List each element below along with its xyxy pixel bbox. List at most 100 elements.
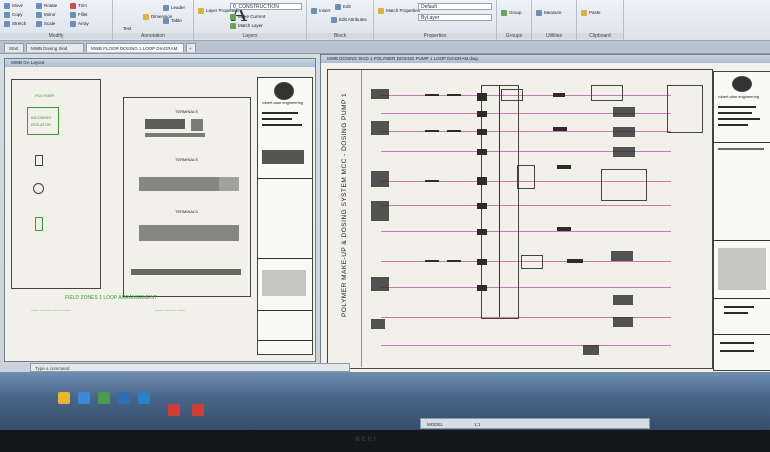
excel-icon[interactable] (98, 392, 110, 404)
divider (714, 240, 770, 241)
annotation-label: Annotation (113, 33, 193, 39)
table-icon (163, 18, 169, 24)
leader-tool[interactable]: Leader (163, 5, 185, 11)
text-line (718, 112, 752, 114)
browser-icon[interactable] (78, 392, 90, 404)
panel-label: TERMINALS (175, 209, 198, 214)
block-label: Block (307, 33, 373, 39)
relay-contact (521, 255, 543, 269)
green-label: POLYMER (35, 93, 55, 98)
device (553, 127, 567, 131)
output-module (583, 345, 599, 355)
group-button[interactable]: Group (501, 10, 522, 16)
file-explorer-icon[interactable] (58, 392, 70, 404)
company-logo (732, 76, 752, 92)
layer-dropdown[interactable]: 0_CONSTRUCTION (230, 3, 302, 10)
word-icon[interactable] (118, 392, 130, 404)
array-tool[interactable]: Array (70, 21, 89, 27)
device (557, 227, 571, 231)
autocad-icon[interactable] (192, 404, 204, 416)
utilities-label: Utilities (532, 33, 576, 39)
measure-button[interactable]: Measure (536, 10, 562, 16)
drawing-window-left[interactable]: MWB GA Layout POLYMER INCOMING ISOLATOR … (4, 58, 316, 362)
text-line (718, 124, 748, 126)
annotation-scale[interactable]: 1:1 (474, 422, 480, 427)
divider (258, 310, 312, 311)
measure-icon (536, 10, 542, 16)
match-layer-icon (230, 23, 236, 29)
wire-tag (447, 94, 461, 96)
title-strip (262, 150, 304, 164)
text-line (718, 106, 756, 108)
backplate-outline (123, 97, 251, 297)
layers-group: Layer Properties 0_CONSTRUCTION Make Cur… (194, 0, 307, 40)
green-note: —— ——— —— (155, 307, 186, 312)
terminal (477, 285, 487, 291)
model-space-indicator[interactable]: MODEL (427, 422, 443, 427)
window-title-left: MWB GA Layout (5, 59, 315, 67)
terminal-group (371, 277, 389, 291)
terminal-block-row (139, 225, 239, 241)
move-tool[interactable]: Move (4, 3, 23, 9)
fillet-tool[interactable]: Fillet (70, 12, 88, 18)
edit-attributes-icon (331, 17, 337, 23)
terminal (477, 129, 487, 135)
terminal-group (371, 121, 389, 135)
text-line (718, 148, 764, 150)
modify-group: Move Rotate Trim Copy Mirror Fillet Stre… (0, 0, 113, 40)
tab-loop-diagram[interactable]: MWB FLOOR DOSING 1 LOOP DIAGRAM (86, 43, 184, 52)
mirror-tool[interactable]: Mirror (36, 12, 56, 18)
stretch-tool[interactable]: Stretch (4, 21, 26, 27)
layer-properties-icon (198, 8, 204, 14)
autocad-icon[interactable] (168, 404, 180, 416)
table-tool[interactable]: Table (163, 18, 182, 24)
new-tab-button[interactable]: + (186, 43, 196, 52)
output-module (613, 107, 635, 117)
trim-tool[interactable]: Trim (70, 3, 87, 9)
terminal (477, 259, 487, 265)
rail-divider (499, 85, 500, 317)
edit-attributes-button[interactable]: Edit Attributes (331, 17, 367, 23)
trim-icon (70, 3, 76, 9)
outlook-icon[interactable] (138, 392, 150, 404)
insert-button[interactable]: Insert (311, 8, 330, 14)
match-properties-button[interactable]: Match Properties (378, 8, 420, 14)
screen: Move Rotate Trim Copy Mirror Fillet Stre… (0, 0, 770, 452)
match-layer-button[interactable]: Match Layer (230, 23, 263, 29)
stretch-icon (4, 21, 10, 27)
copy-tool[interactable]: Copy (4, 12, 23, 18)
margin-line (361, 69, 362, 367)
drawing-window-right[interactable]: MWB DOSING SKID 1 POLYMER DOSING PUMP 1 … (320, 54, 770, 374)
make-current-button[interactable]: Make Current (230, 14, 265, 20)
green-note: —— ——— —— —— (31, 307, 71, 312)
breaker-row (219, 177, 239, 191)
command-line-input[interactable]: Type a command (30, 363, 350, 372)
rotate-icon (36, 3, 42, 9)
tab-dosing-skid[interactable]: MWB Dosing Skid (26, 43, 84, 52)
paste-icon (581, 10, 587, 16)
lineweight-dropdown[interactable]: ByLayer (418, 14, 492, 21)
paste-button[interactable]: Paste (581, 10, 601, 16)
terminal-group (371, 319, 385, 329)
terminal (477, 177, 487, 185)
edit-button[interactable]: Edit (335, 4, 351, 10)
plc-rack (145, 119, 185, 129)
clipboard-group: Paste Clipboard (577, 0, 624, 40)
plc-box (667, 85, 703, 133)
scale-tool[interactable]: Scale (36, 21, 55, 27)
linetype-dropdown[interactable]: Default (418, 3, 492, 10)
wire-tag (425, 94, 439, 96)
divider (714, 142, 770, 143)
tab-start[interactable]: Start (4, 43, 24, 52)
modify-label: Modify (0, 33, 112, 39)
footer-green-label: FIELD ZONES 1 LOOP ARRANGEMENT (65, 295, 158, 301)
output-module (613, 317, 633, 327)
divider (714, 298, 770, 299)
plc-module (191, 119, 203, 131)
revision-table (718, 248, 766, 290)
fillet-icon (70, 12, 76, 18)
text-tool[interactable]: Text (123, 26, 131, 31)
wire-tag (425, 130, 439, 132)
output-module (613, 127, 635, 137)
rotate-tool[interactable]: Rotate (36, 3, 57, 9)
